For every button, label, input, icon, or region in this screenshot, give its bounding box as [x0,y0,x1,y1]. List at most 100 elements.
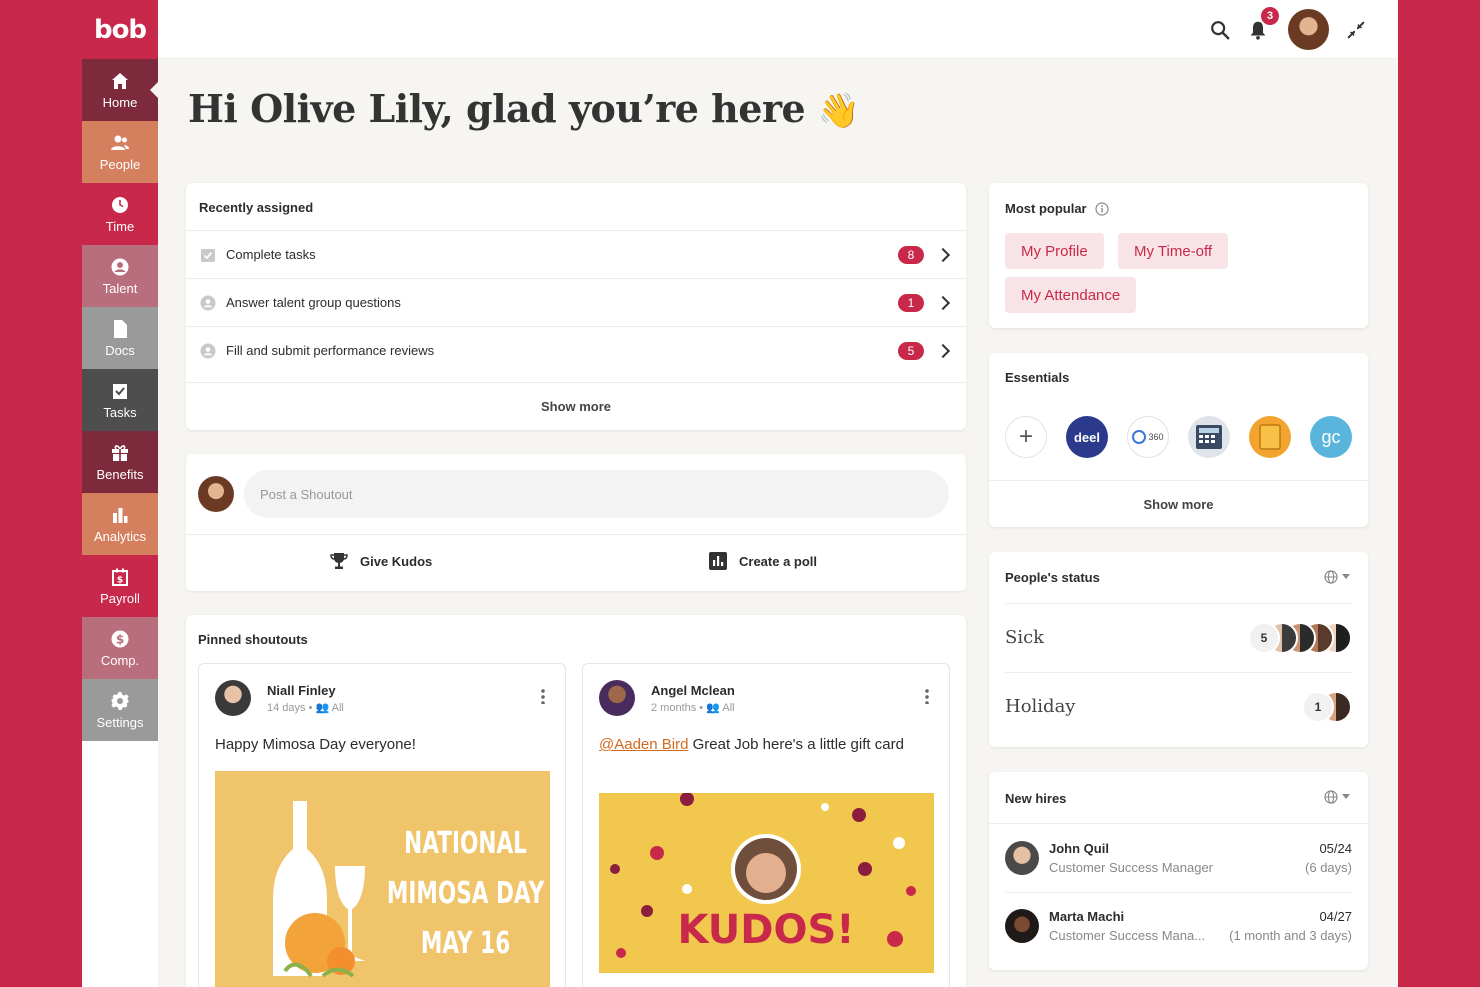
360-icon[interactable]: 360 [1127,416,1169,458]
shoutout-composer-card: Post a Shoutout Give Kudos Create a poll [186,454,966,591]
add-app-button[interactable]: + [1005,416,1047,458]
hire-name: Marta Machi [1049,909,1125,924]
quick-link-my-profile[interactable]: My Profile [1005,233,1104,269]
search-button[interactable] [1205,15,1235,45]
performance-review-icon [200,343,216,358]
top-bar: 3 [158,0,1398,59]
sidebar-item-label: Time [105,218,135,234]
assigned-item-talent-questions[interactable]: Answer talent group questions 1 [186,278,966,326]
divider [989,480,1368,481]
status-count: 1 [1302,690,1334,723]
sidebar-item-people[interactable]: People [82,121,158,183]
avatar [1005,909,1039,943]
talent-icon [111,258,129,275]
assigned-item-complete-tasks[interactable]: Complete tasks 8 [186,230,966,278]
talent-group-icon [200,295,216,310]
globe-icon [1324,570,1338,584]
hire-date: 05/24 (6 days) [1305,841,1352,875]
author-avatar[interactable] [215,680,251,716]
create-poll-button[interactable]: Create a poll [709,552,817,570]
essentials-card: Essentials + deel 360 gc Show more [989,353,1368,527]
image-line-3: MAY 16 [421,927,510,961]
status-label: Holiday [1005,696,1076,717]
sidebar-item-label: Comp. [100,652,140,668]
sidebar-item-comp[interactable]: $ Comp. [82,617,158,679]
payroll-icon: $ [112,568,128,586]
recently-assigned-card: Recently assigned Complete tasks 8 Answe… [186,183,966,430]
card-title: Essentials [1005,370,1070,385]
deel-icon[interactable]: deel [1066,416,1108,458]
home-icon [112,72,128,89]
globe-icon [1324,790,1338,804]
sidebar-item-label: Docs [105,342,135,358]
gift-icon [112,444,128,461]
sidebar-item-time[interactable]: Time [82,183,158,245]
post-text: @Aaden Bird Great Job here's a little gi… [599,736,904,753]
document-icon [114,319,127,338]
give-kudos-button[interactable]: Give Kudos [330,552,432,570]
sidebar-item-label: Tasks [103,404,137,420]
notifications-button[interactable]: 3 [1243,7,1279,45]
notebook-icon[interactable] [1249,416,1291,458]
new-hire-row[interactable]: John Quil Customer Success Manager 05/24… [1005,824,1352,892]
more-options-icon[interactable] [925,688,929,704]
new-hires-card: New hires John Quil Customer Success Man… [989,772,1368,970]
card-title: Most popular [1005,201,1087,216]
post-author[interactable]: Angel Mclean [651,683,735,698]
collapse-button[interactable] [1341,15,1371,45]
new-hire-row[interactable]: Marta Machi Customer Success Mana... 04/… [1005,892,1352,960]
image-line-1: NATIONAL [404,827,527,861]
wave-emoji: 👋 [817,91,860,131]
divider [186,534,966,535]
analytics-icon [113,507,128,523]
shoutout-post: Angel Mclean 2 months • 👥 All @Aaden Bir… [582,663,950,987]
mention-link[interactable]: @Aaden Bird [599,736,688,753]
visibility-dropdown[interactable] [1324,790,1350,804]
sidebar-item-analytics[interactable]: Analytics [82,493,158,555]
avatar-stack[interactable]: 5 [1248,621,1352,654]
post-author[interactable]: Niall Finley [267,683,344,698]
count-badge: 5 [898,341,924,360]
calculator-icon[interactable] [1188,416,1230,458]
poll-icon [709,552,727,570]
search-icon [1211,21,1230,40]
assigned-item-performance-reviews[interactable]: Fill and submit performance reviews 5 [186,326,966,374]
calculator-graphic [1196,425,1222,449]
sidebar-item-settings[interactable]: Settings [82,679,158,741]
shoutout-input[interactable]: Post a Shoutout [244,470,949,518]
card-title: New hires [1005,791,1067,806]
caret-down-icon [1342,794,1350,799]
kudos-illustration: KUDOS! [610,793,916,958]
sidebar-item-label: Benefits [96,466,144,482]
user-avatar[interactable] [1288,9,1329,50]
tasks-icon [113,383,127,399]
avatar-stack[interactable]: 1 [1302,690,1352,723]
most-popular-header: Most popular [1005,201,1109,216]
author-avatar[interactable] [599,680,635,716]
status-row-holiday[interactable]: Holiday 1 [1005,672,1352,740]
quick-link-my-time-off[interactable]: My Time-off [1118,233,1229,269]
sidebar-item-home[interactable]: Home [82,59,159,121]
pinned-shoutouts-card: Pinned shoutouts Niall Finley 14 days • … [186,615,966,987]
kudos-image: KUDOS! [599,793,934,973]
sidebar-item-label: Payroll [100,590,140,606]
show-more-button[interactable]: Show more [989,497,1368,512]
show-more-button[interactable]: Show more [186,399,966,414]
info-icon[interactable] [1095,201,1109,216]
card-title: Pinned shoutouts [198,632,308,647]
quick-link-my-attendance[interactable]: My Attendance [1005,277,1137,313]
sidebar-item-tasks[interactable]: Tasks [82,369,158,431]
gc-icon[interactable]: gc [1310,416,1352,458]
visibility-dropdown[interactable] [1324,570,1350,584]
sidebar-item-benefits[interactable]: Benefits [82,431,158,493]
post-header: Niall Finley 14 days • 👥 All [215,680,344,716]
svg-text:$: $ [117,575,123,585]
clock-icon [112,196,128,213]
sidebar-item-label: Settings [96,714,144,730]
more-options-icon[interactable] [541,688,545,704]
sidebar-item-talent[interactable]: Talent [82,245,158,307]
bob-logo[interactable]: bob [82,0,158,59]
status-row-sick[interactable]: Sick 5 [1005,603,1352,671]
sidebar-item-docs[interactable]: Docs [82,307,158,369]
sidebar-item-payroll[interactable]: $ Payroll [82,555,158,617]
